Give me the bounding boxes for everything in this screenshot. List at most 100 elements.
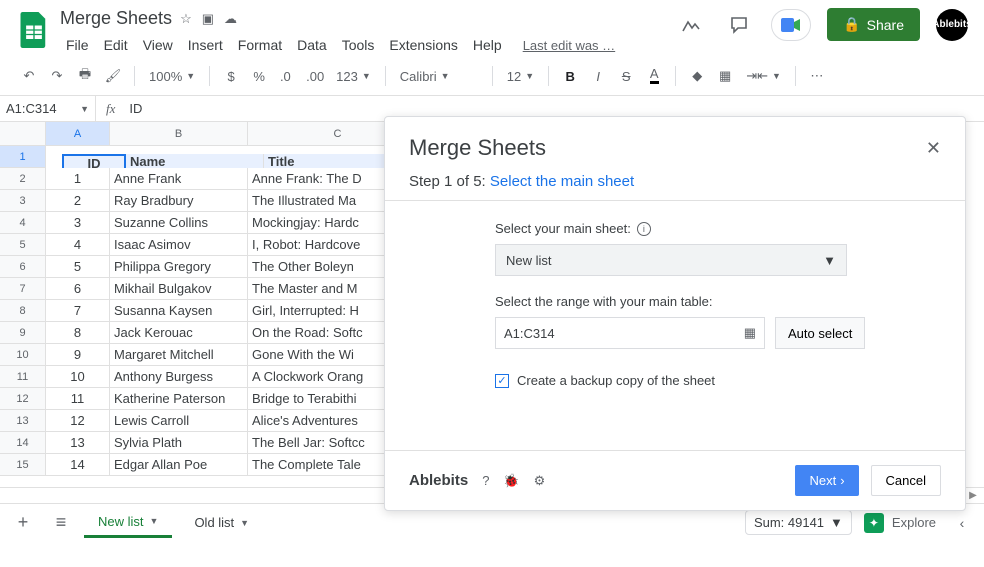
undo-button[interactable]: ↶ <box>16 63 42 89</box>
range-input[interactable]: A1:C314 ▦ <box>495 317 765 349</box>
row-header[interactable]: 8 <box>0 300 46 322</box>
add-sheet-button[interactable]: + <box>8 508 38 538</box>
paint-format-button[interactable]: 🖌 <box>100 63 126 89</box>
cell[interactable]: 11 <box>46 388 110 410</box>
name-box[interactable]: A1:C314▼ <box>0 96 96 121</box>
star-icon[interactable]: ☆ <box>180 11 192 27</box>
decrease-decimal-button[interactable]: .0 <box>274 63 300 89</box>
row-header[interactable]: 9 <box>0 322 46 344</box>
side-panel-toggle[interactable]: ‹ <box>948 509 976 537</box>
print-button[interactable]: 🖶 <box>72 63 98 89</box>
cell[interactable]: 8 <box>46 322 110 344</box>
cell[interactable]: Isaac Asimov <box>110 234 248 256</box>
cell[interactable]: Ray Bradbury <box>110 190 248 212</box>
meet-button[interactable] <box>771 9 811 41</box>
cell[interactable]: Jack Kerouac <box>110 322 248 344</box>
italic-button[interactable]: I <box>585 63 611 89</box>
fill-color-button[interactable]: ◆ <box>684 63 710 89</box>
close-icon[interactable]: ✕ <box>926 138 941 159</box>
sheet-dropdown[interactable]: New list ▼ <box>495 244 847 276</box>
cancel-button[interactable]: Cancel <box>871 465 941 496</box>
quick-sum-dropdown[interactable]: Sum: 49141▼ <box>745 510 852 535</box>
cloud-icon[interactable]: ☁ <box>224 11 237 27</box>
all-sheets-button[interactable]: ≡ <box>46 508 76 538</box>
row-header[interactable]: 13 <box>0 410 46 432</box>
row-header[interactable]: 15 <box>0 454 46 476</box>
step-link[interactable]: Select the main sheet <box>490 173 634 190</box>
cell[interactable]: 4 <box>46 234 110 256</box>
scroll-right-icon[interactable]: ▶ <box>966 489 980 503</box>
cell[interactable]: Lewis Carroll <box>110 410 248 432</box>
number-format-dropdown[interactable]: 123▼ <box>330 63 377 89</box>
select-all-corner[interactable] <box>0 122 46 146</box>
percent-button[interactable]: % <box>246 63 272 89</box>
next-button[interactable]: Next › <box>795 465 858 496</box>
info-icon[interactable]: i <box>637 222 651 236</box>
font-dropdown[interactable]: Calibri▼ <box>394 63 484 89</box>
cell[interactable]: Margaret Mitchell <box>110 344 248 366</box>
increase-decimal-button[interactable]: .00 <box>302 63 328 89</box>
formula-input[interactable]: ID <box>125 101 142 116</box>
cell[interactable]: 14 <box>46 454 110 476</box>
col-header[interactable]: B <box>110 122 248 146</box>
row-header[interactable]: 5 <box>0 234 46 256</box>
sheet-tab-new-list[interactable]: New list▼ <box>84 508 172 538</box>
row-header[interactable]: 10 <box>0 344 46 366</box>
cell[interactable]: Mikhail Bulgakov <box>110 278 248 300</box>
row-header[interactable]: 7 <box>0 278 46 300</box>
menu-data[interactable]: Data <box>291 33 333 57</box>
settings-icon[interactable]: ⚙ <box>534 473 546 489</box>
cell[interactable]: Sylvia Plath <box>110 432 248 454</box>
menu-help[interactable]: Help <box>467 33 508 57</box>
font-size-dropdown[interactable]: 12▼ <box>501 63 540 89</box>
cell[interactable]: Anthony Burgess <box>110 366 248 388</box>
menu-extensions[interactable]: Extensions <box>383 33 463 57</box>
bold-button[interactable]: B <box>557 63 583 89</box>
borders-button[interactable]: ▦ <box>712 63 738 89</box>
menu-tools[interactable]: Tools <box>336 33 381 57</box>
cell[interactable]: Edgar Allan Poe <box>110 454 248 476</box>
menu-insert[interactable]: Insert <box>182 33 229 57</box>
currency-button[interactable]: $ <box>218 63 244 89</box>
row-header[interactable]: 11 <box>0 366 46 388</box>
row-header[interactable]: 14 <box>0 432 46 454</box>
activity-icon[interactable] <box>675 9 707 41</box>
share-button[interactable]: 🔒 Share <box>827 8 920 41</box>
menu-view[interactable]: View <box>137 33 179 57</box>
row-header[interactable]: 3 <box>0 190 46 212</box>
menu-edit[interactable]: Edit <box>98 33 134 57</box>
row-header[interactable]: 6 <box>0 256 46 278</box>
cell[interactable]: 5 <box>46 256 110 278</box>
sheet-tab-old-list[interactable]: Old list▼ <box>180 508 263 538</box>
cell[interactable]: 7 <box>46 300 110 322</box>
cell[interactable]: Anne Frank <box>110 168 248 190</box>
zoom-dropdown[interactable]: 100%▼ <box>143 63 201 89</box>
sheets-logo[interactable] <box>16 8 52 52</box>
cell[interactable]: 3 <box>46 212 110 234</box>
bug-icon[interactable]: 🐞 <box>503 473 519 489</box>
row-header[interactable]: 12 <box>0 388 46 410</box>
cell[interactable]: 13 <box>46 432 110 454</box>
help-icon[interactable]: ? <box>482 473 489 489</box>
col-header[interactable]: A <box>46 122 110 146</box>
redo-button[interactable]: ↷ <box>44 63 70 89</box>
more-button[interactable]: ⋯ <box>804 63 830 89</box>
last-edit-link[interactable]: Last edit was … <box>517 34 622 57</box>
cell[interactable]: 10 <box>46 366 110 388</box>
menu-file[interactable]: File <box>60 33 95 57</box>
row-header[interactable]: 2 <box>0 168 46 190</box>
cell[interactable]: Susanna Kaysen <box>110 300 248 322</box>
cell[interactable]: 2 <box>46 190 110 212</box>
chevron-down-icon[interactable]: ▼ <box>240 518 249 528</box>
cell[interactable]: 9 <box>46 344 110 366</box>
text-color-button[interactable]: A <box>641 63 667 89</box>
cell[interactable]: Katherine Paterson <box>110 388 248 410</box>
explore-button[interactable]: ✦ Explore <box>864 513 936 533</box>
backup-checkbox[interactable]: ✓ <box>495 374 509 388</box>
menu-format[interactable]: Format <box>232 33 288 57</box>
strikethrough-button[interactable]: S <box>613 63 639 89</box>
doc-title[interactable]: Merge Sheets <box>60 8 172 29</box>
cell[interactable]: 12 <box>46 410 110 432</box>
chevron-down-icon[interactable]: ▼ <box>150 516 159 526</box>
comments-icon[interactable] <box>723 9 755 41</box>
